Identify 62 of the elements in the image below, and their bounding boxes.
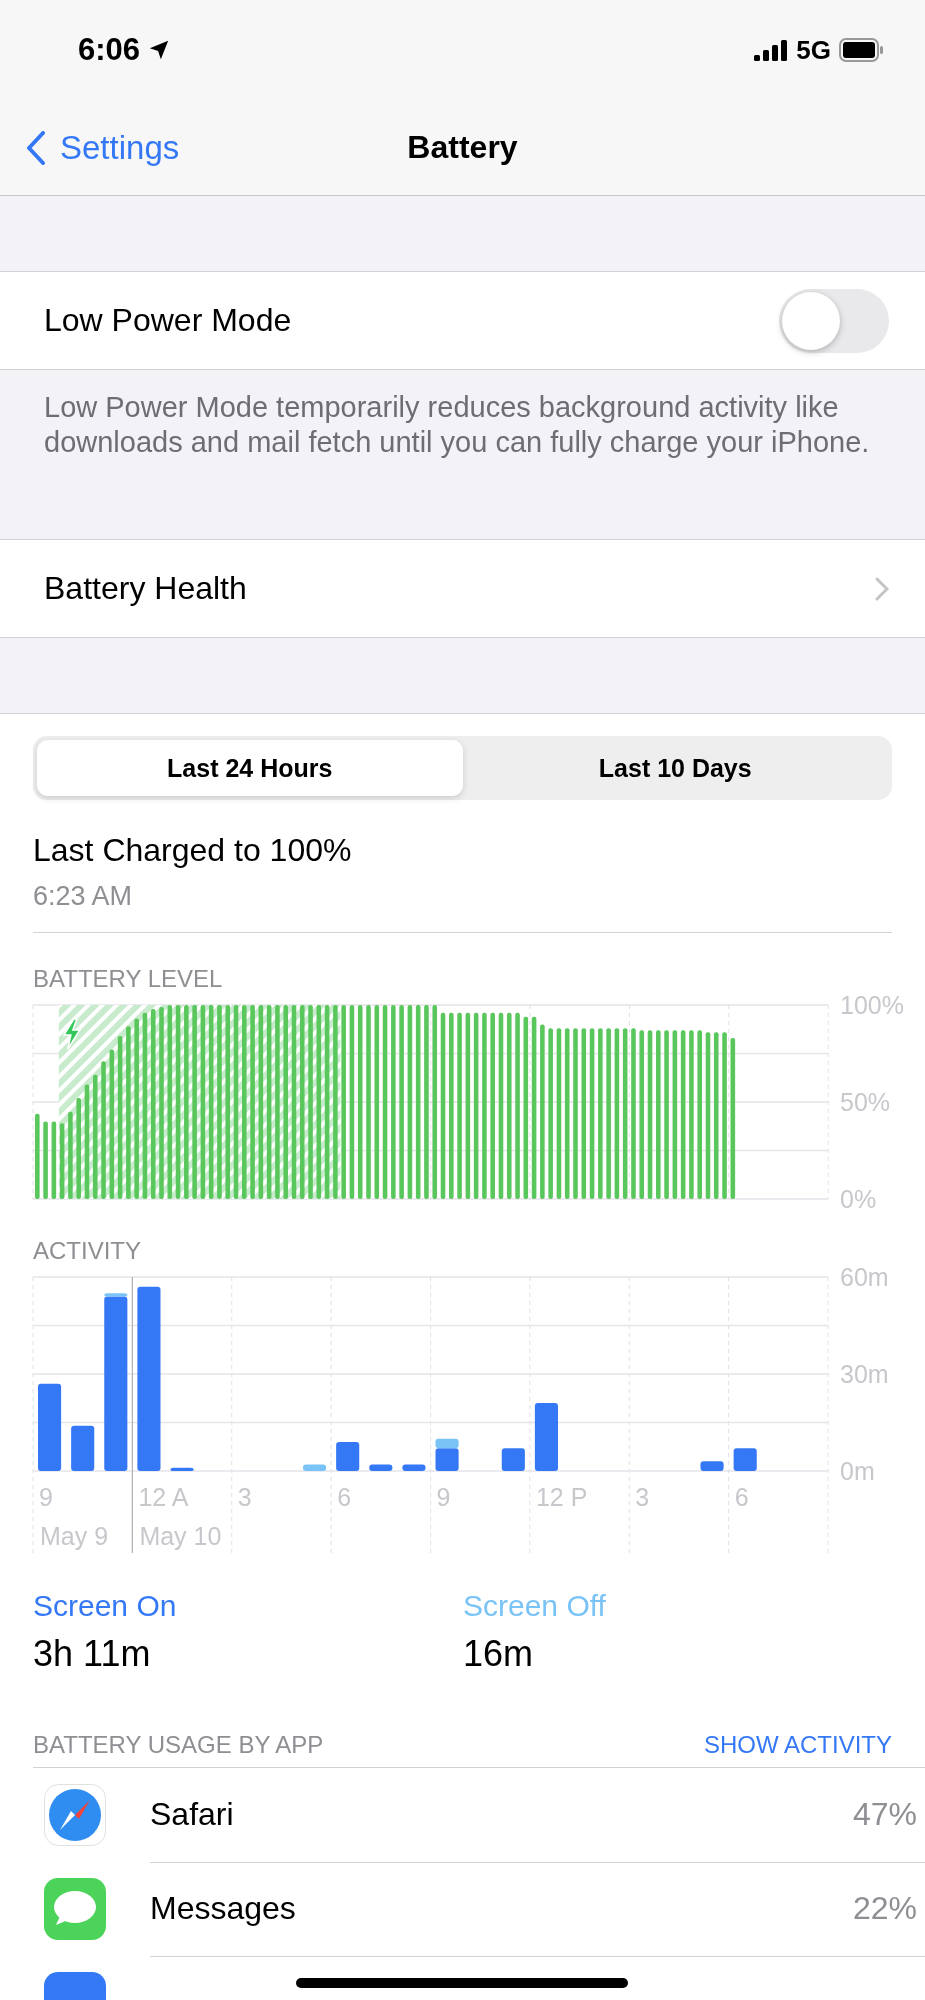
speech-bubble-icon[interactable] bbox=[44, 1878, 106, 1940]
status-time: 6:06 bbox=[78, 32, 141, 68]
last-charged-time: 6:23 AM bbox=[33, 881, 134, 912]
section-header: BATTERY USAGE BY APP bbox=[33, 1731, 324, 1759]
footer-text: Low Power Mode temporarily reduces background activity like downloads and mail fetch until you can fully charge your iPhone. bbox=[44, 390, 871, 460]
back-link[interactable]: Settings bbox=[26, 128, 180, 167]
screen-off-bar bbox=[104, 1293, 128, 1297]
segment-tab[interactable]: Last 10 Days bbox=[462, 740, 888, 796]
axis-label: 60m bbox=[840, 1263, 889, 1291]
axis-label: 12 P bbox=[535, 1483, 588, 1511]
axis-label: 9 bbox=[436, 1483, 451, 1511]
chevron-icon bbox=[875, 576, 889, 601]
axis-label: 100% bbox=[840, 991, 904, 1019]
date-label: May 10 bbox=[139, 1522, 222, 1550]
home-indicator[interactable] bbox=[296, 1978, 628, 1988]
screen-on-bar bbox=[733, 1448, 757, 1471]
back-chevron-icon bbox=[26, 130, 46, 165]
total-value: 16m bbox=[463, 1633, 535, 1675]
total-value: 3h 11m bbox=[33, 1633, 152, 1675]
location-arrow-icon bbox=[148, 39, 171, 61]
axis-label: 3 bbox=[237, 1483, 252, 1511]
screen-on-bar bbox=[336, 1441, 360, 1471]
axis-label: 0% bbox=[840, 1185, 877, 1213]
section-header: ACTIVITY bbox=[33, 1237, 141, 1265]
app-name: Messages bbox=[150, 1890, 296, 1927]
section-header: BATTERY LEVEL bbox=[33, 965, 223, 993]
screen-on-bar bbox=[170, 1467, 194, 1471]
screen-on-bar bbox=[435, 1448, 459, 1471]
setting-label: Low Power Mode bbox=[44, 302, 292, 339]
page-title: Battery bbox=[407, 129, 518, 166]
screen-on-bar bbox=[369, 1464, 393, 1471]
axis-label: 30m bbox=[840, 1360, 889, 1388]
axis-label: 9 bbox=[39, 1483, 53, 1511]
battery-icon bbox=[839, 38, 885, 62]
usage-percent: 22% bbox=[852, 1890, 917, 1927]
setting-label[interactable]: Battery Health bbox=[44, 570, 247, 607]
last-charged-title: Last Charged to 100% bbox=[33, 832, 353, 869]
axis-label: 50% bbox=[840, 1088, 891, 1116]
axis-label: 6 bbox=[337, 1483, 352, 1511]
axis-label: 0m bbox=[840, 1457, 875, 1485]
toggle-switch[interactable] bbox=[779, 288, 889, 353]
date-label: May 9 bbox=[40, 1522, 109, 1550]
screen-off-bar bbox=[303, 1464, 327, 1471]
network-label: 5G bbox=[796, 34, 831, 66]
screen-on-bar bbox=[534, 1403, 558, 1471]
compass-icon[interactable] bbox=[44, 1784, 106, 1846]
lightning-icon bbox=[62, 1018, 82, 1050]
show-activity-link[interactable]: SHOW ACTIVITY bbox=[704, 1731, 892, 1759]
screen-on-bar bbox=[402, 1464, 426, 1471]
screen-off-bar bbox=[435, 1438, 459, 1449]
axis-label: 3 bbox=[635, 1483, 650, 1511]
screen-on-bar bbox=[501, 1448, 525, 1471]
legend-label: Screen Off bbox=[463, 1589, 607, 1623]
axis-label: 6 bbox=[734, 1483, 749, 1511]
usage-percent: 47% bbox=[852, 1796, 917, 1833]
legend-label: Screen On bbox=[33, 1589, 178, 1623]
screen-on-bar bbox=[700, 1461, 724, 1471]
screen-on-bar bbox=[71, 1425, 95, 1471]
app-name: Safari bbox=[150, 1796, 234, 1833]
signal-icon bbox=[754, 39, 789, 61]
axis-label: 12 A bbox=[138, 1483, 189, 1511]
segment-tab[interactable]: Last 24 Hours bbox=[37, 740, 463, 796]
